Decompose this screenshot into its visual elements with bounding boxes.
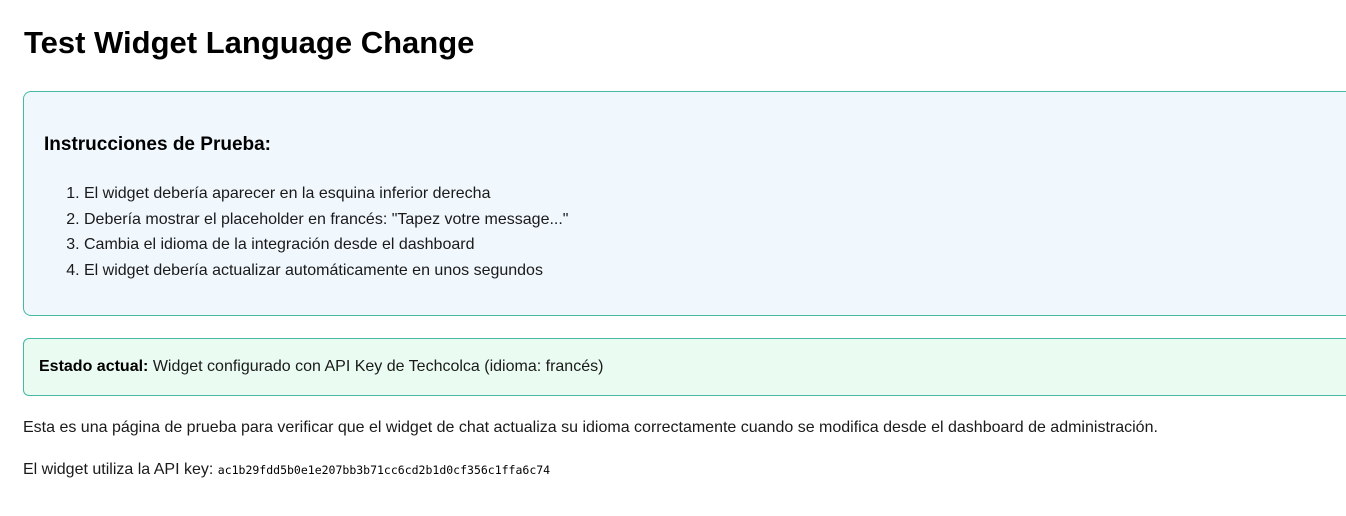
- api-key-label: El widget utiliza la API key:: [23, 461, 214, 478]
- page-description: Esta es una página de prueba para verifi…: [23, 419, 1158, 436]
- status-label: Estado actual:: [39, 358, 149, 375]
- status-text: Widget configurado con API Key de Techco…: [152, 358, 604, 375]
- api-key-value: ac1b29fdd5b0e1e207bb3b71cc6cd2b1d0cf356c…: [217, 463, 551, 477]
- instruction-item: Debería mostrar el placeholder en francé…: [84, 207, 568, 233]
- status-box: Estado actual: Widget configurado con AP…: [23, 338, 1346, 396]
- api-key-line: El widget utiliza la API key: ac1b29fdd5…: [23, 461, 550, 479]
- instructions-box: Instrucciones de Prueba: El widget deber…: [23, 91, 1346, 316]
- instructions-title: Instrucciones de Prueba:: [44, 134, 272, 155]
- instructions-list: El widget debería aparecer en la esquina…: [24, 181, 568, 284]
- page-title: Test Widget Language Change: [24, 25, 475, 60]
- instruction-item: Cambia el idioma de la integración desde…: [84, 232, 568, 258]
- instruction-item: El widget debería actualizar automáticam…: [84, 258, 568, 284]
- instruction-item: El widget debería aparecer en la esquina…: [84, 181, 568, 207]
